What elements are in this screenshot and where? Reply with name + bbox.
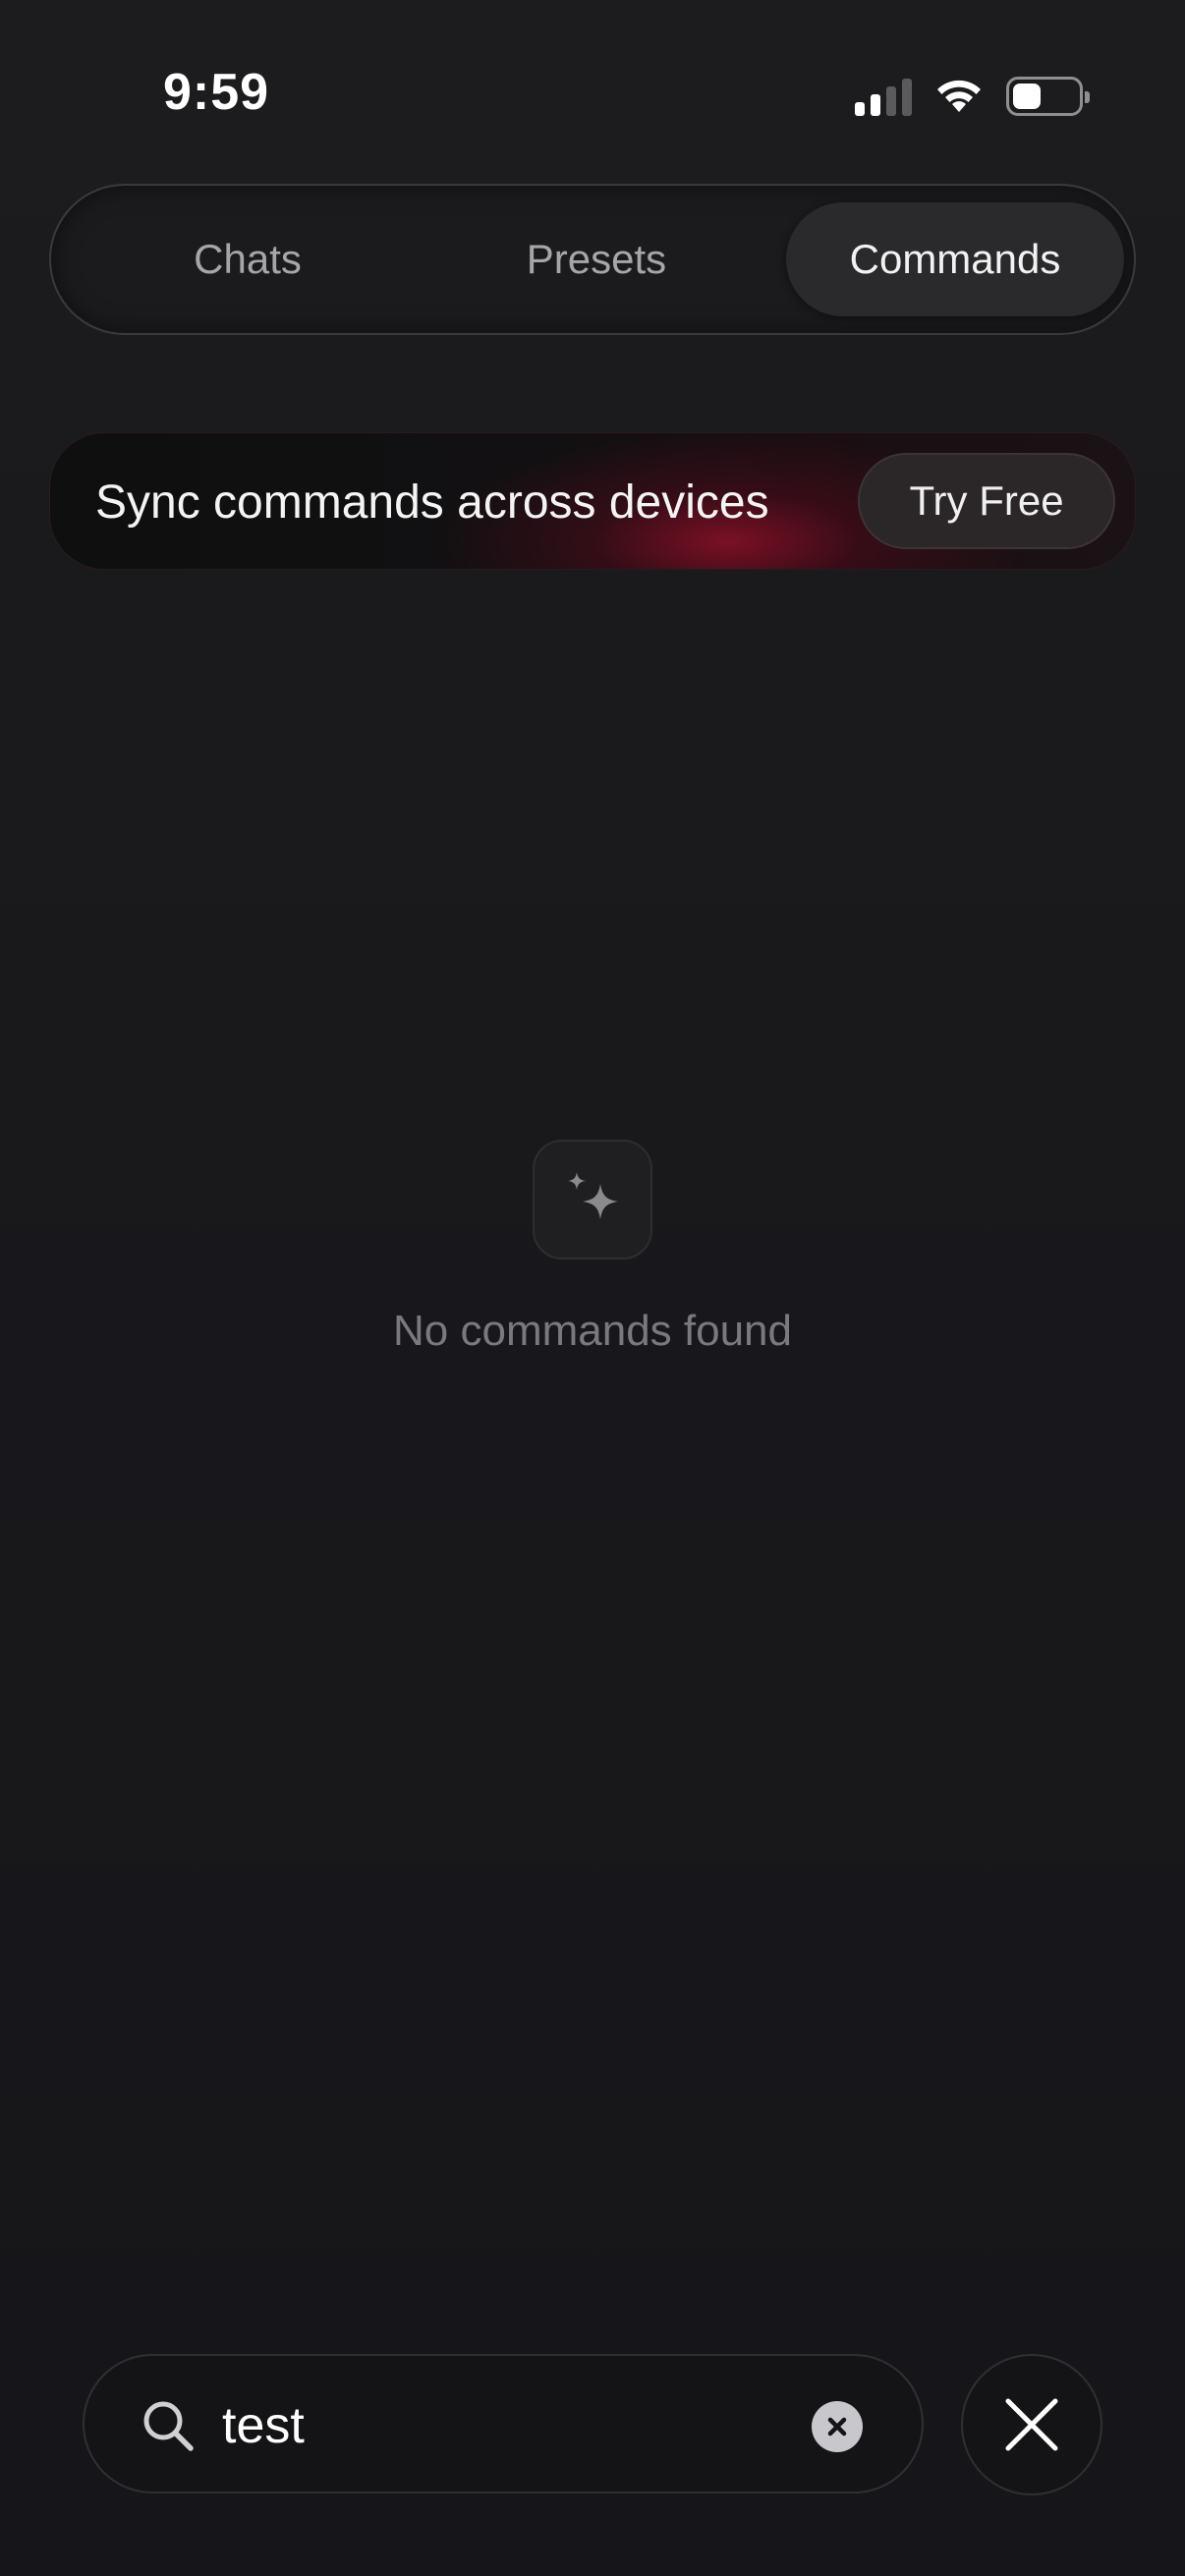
close-search-button[interactable]: [961, 2354, 1102, 2495]
search-icon: [143, 2401, 194, 2451]
search-bar: [83, 2354, 924, 2493]
clear-search-button[interactable]: [812, 2401, 863, 2452]
tab-bar: Chats Presets Commands: [49, 184, 1136, 335]
screen: 9:59 Chats Presets Commands Sync command…: [0, 0, 1185, 2576]
empty-state-message: No commands found: [393, 1307, 792, 1355]
status-bar: 9:59: [0, 0, 1185, 187]
tab-commands[interactable]: Commands: [786, 202, 1124, 316]
tab-presets[interactable]: Presets: [429, 202, 763, 316]
status-icons: [855, 75, 1090, 118]
cellular-signal-icon: [855, 77, 912, 116]
status-time: 9:59: [163, 64, 270, 121]
close-icon: [1005, 2398, 1058, 2451]
battery-icon: [1006, 77, 1090, 116]
sparkles-icon: [533, 1140, 652, 1260]
wifi-icon: [937, 80, 981, 112]
try-free-button[interactable]: Try Free: [858, 453, 1115, 549]
clear-x-icon: [827, 2417, 847, 2436]
search-input[interactable]: [222, 2385, 831, 2466]
promo-text: Sync commands across devices: [95, 476, 769, 529]
tab-chats[interactable]: Chats: [81, 202, 415, 316]
sync-promo-banner: Sync commands across devices Try Free: [49, 432, 1136, 570]
